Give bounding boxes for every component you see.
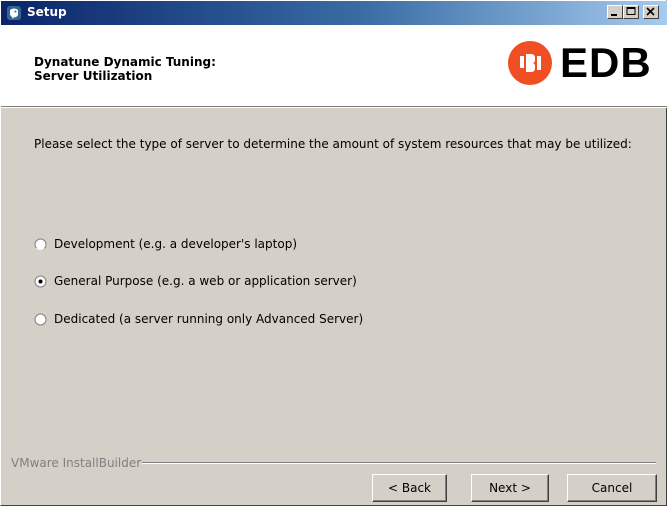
- postgres-elephant-icon: [7, 6, 21, 20]
- option-general-purpose-label: General Purpose (e.g. a web or applicati…: [54, 274, 357, 288]
- cancel-button[interactable]: Cancel: [567, 474, 657, 502]
- footer-divider-highlight: [142, 463, 656, 464]
- radio-unselected-icon[interactable]: [34, 238, 47, 251]
- close-button[interactable]: [643, 5, 659, 19]
- edb-logo: EDB: [507, 38, 667, 86]
- option-development-label: Development (e.g. a developer's laptop): [54, 237, 297, 251]
- maximize-icon: [626, 7, 636, 15]
- radio-selected-icon[interactable]: [34, 275, 47, 288]
- edb-logo-mark-icon: [508, 41, 552, 85]
- edb-logo-text: EDB: [560, 39, 652, 86]
- back-button[interactable]: < Back: [372, 474, 447, 502]
- close-icon: [646, 7, 655, 16]
- option-dedicated-label: Dedicated (a server running only Advance…: [54, 312, 364, 326]
- minimize-button[interactable]: [607, 5, 623, 19]
- header-divider-highlight: [1, 107, 667, 108]
- minimize-icon: [611, 14, 617, 16]
- page-title: Dynatune Dynamic Tuning: Server Utilizat…: [34, 55, 216, 83]
- page-title-line2: Server Utilization: [34, 69, 153, 83]
- page-title-line1: Dynatune Dynamic Tuning:: [34, 55, 216, 69]
- radio-unselected-icon[interactable]: [34, 313, 47, 326]
- setup-window: Setup Dynatune Dynamic Tuning: Server Ut…: [0, 0, 667, 506]
- title-bar[interactable]: Setup: [1, 1, 667, 25]
- maximize-button[interactable]: [623, 5, 639, 19]
- next-button[interactable]: Next >: [471, 474, 549, 502]
- prompt-text: Please select the type of server to dete…: [34, 137, 632, 151]
- window-title: Setup: [27, 5, 67, 19]
- header-panel: Dynatune Dynamic Tuning: Server Utilizat…: [1, 25, 667, 106]
- installer-brand: VMware InstallBuilder: [11, 456, 142, 470]
